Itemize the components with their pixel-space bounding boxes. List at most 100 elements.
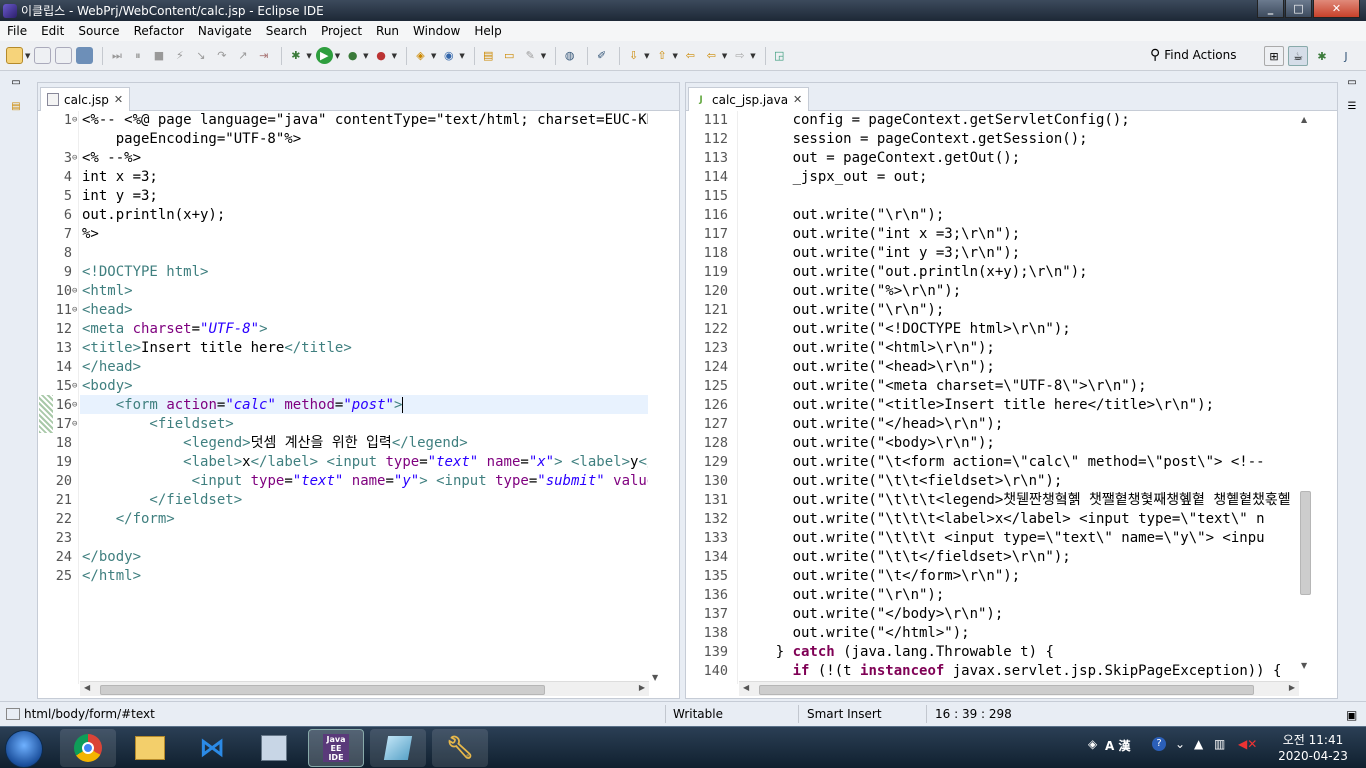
close-tab-icon[interactable]: ✕ [114,93,123,106]
suspend-icon[interactable]: ⏸ [129,47,146,64]
horizontal-scrollbar-right[interactable]: ◀ ▶ [739,681,1299,696]
save-icon[interactable] [34,47,52,64]
fold-toggle-icon[interactable]: ⊖ [72,415,81,434]
line-number: 24 [55,549,72,565]
fold-toggle-icon[interactable]: ⊖ [72,282,81,301]
close-tab-icon[interactable]: ✕ [793,93,802,106]
fold-toggle-icon[interactable]: ⊖ [72,149,81,168]
toggle-mark-icon[interactable]: ✐ [593,47,610,64]
start-button[interactable] [5,730,43,768]
disconnect-icon[interactable]: ⚡ [171,47,188,64]
tools-icon[interactable]: 🔧︎ [432,729,488,767]
run-server-icon[interactable]: ● [344,47,361,64]
javaee-perspective-icon[interactable]: ☕ [1288,46,1308,66]
menu-run[interactable]: Run [369,24,406,38]
chrome-icon[interactable] [60,729,116,767]
close-button[interactable]: ✕ [1313,0,1360,18]
menu-navigate[interactable]: Navigate [191,24,259,38]
vertical-scrollbar[interactable]: ▼ [649,111,664,684]
skip-breakpoints-icon[interactable]: ⏭ [108,47,125,64]
restore-icon[interactable]: ▭ [8,77,24,91]
back-icon[interactable]: ⇦ [703,47,720,64]
tab-calc-jsp[interactable]: calc.jsp ✕ [40,87,131,111]
line-number: 10 [55,283,72,299]
run-icon[interactable]: ▶ [315,47,333,64]
last-edit-icon[interactable]: ⇦ [682,47,699,64]
new-web-icon[interactable]: ◉ [440,47,457,64]
javaee-ide-icon[interactable]: Java EE IDE [308,729,364,767]
status-position: 16 : 39 : 298 [935,707,1012,721]
volume-muted-icon[interactable]: ◀✕ [1238,737,1257,751]
project-explorer-icon[interactable]: ▤ [8,101,24,115]
terminal-icon[interactable] [76,47,94,64]
ime-options-icon[interactable]: ⌄ [1175,737,1185,751]
line-number: 126 [703,397,728,413]
network-icon[interactable]: ▥ [1214,737,1225,751]
use-step-filters-icon[interactable]: ⇥ [255,47,272,64]
menu-window[interactable]: Window [406,24,467,38]
code-text: out.write("<body>\r\n"); [742,435,995,451]
open-type-icon[interactable]: ▤ [480,47,497,64]
notepad-icon[interactable] [370,729,426,767]
pin-editor-icon[interactable]: ◲ [771,47,788,64]
editor-calc-jsp-java[interactable]: J calc_jsp.java ✕ 111 config = pageConte… [685,82,1338,699]
horizontal-scrollbar[interactable]: ◀ ▶ [80,681,649,696]
code-text: <% --%> [82,150,142,166]
clock[interactable]: 오전 11:41 2020-04-23 [1263,732,1363,764]
save-all-icon[interactable] [55,47,73,64]
minimize-button[interactable]: _ [1257,0,1284,18]
explorer-icon[interactable] [122,729,178,767]
menu-edit[interactable]: Edit [34,24,71,38]
menu-project[interactable]: Project [314,24,369,38]
fold-toggle-icon[interactable]: ⊖ [72,377,81,396]
menu-help[interactable]: Help [467,24,508,38]
open-folder-icon[interactable]: ▭ [501,47,518,64]
language-icon[interactable]: ◈ [1088,737,1097,751]
external-tools-icon[interactable]: ● [373,47,390,64]
globe-icon[interactable]: ◍ [561,47,578,64]
ime-indicator[interactable]: A 漢 [1105,737,1130,754]
vscode-icon[interactable]: ⋈ [184,729,240,767]
code-text: out.write("\t\t</fieldset>\r\n"); [742,549,1071,565]
fold-toggle-icon[interactable]: ⊖ [72,111,81,130]
menu-file[interactable]: File [0,24,34,38]
menu-search[interactable]: Search [259,24,314,38]
show-hidden-icons[interactable]: ▲ [1194,737,1203,751]
debug-perspective-icon[interactable]: ✱ [1312,46,1332,66]
code-text: out.write("<!DOCTYPE html>\r\n"); [742,321,1071,337]
step-over-icon[interactable]: ↷ [213,47,230,64]
status-bar: html/body/form/#text Writable Smart Inse… [0,701,1366,726]
code-text: <meta charset="UTF-8"> [82,321,268,337]
debug-icon[interactable]: ✱ [287,47,304,64]
menu-refactor[interactable]: Refactor [127,24,191,38]
restore-right-icon[interactable]: ▭ [1344,77,1360,91]
new-icon[interactable] [6,47,23,64]
java-perspective-icon[interactable]: J [1336,46,1356,66]
open-perspective-icon[interactable]: ⊞ [1264,46,1284,66]
maximize-button[interactable]: □ [1285,0,1312,18]
forward-icon[interactable]: ⇨ [731,47,748,64]
step-into-icon[interactable]: ↘ [192,47,209,64]
find-actions[interactable]: ⚲ Find Actions [1150,47,1237,63]
search-icon[interactable]: ✎ [522,47,539,64]
terminate-icon[interactable]: ■ [150,47,167,64]
code-text: <%-- <%@ page language="java" contentTyp… [82,112,648,128]
editor-calc-jsp[interactable]: calc.jsp ✕ 1 ⊖ <%-- <%@ page language="jav… [37,82,680,699]
code-text: <label>x</label> <input type="text" name… [183,454,648,470]
fold-toggle-icon[interactable]: ⊖ [72,301,81,320]
help-icon[interactable]: ? [1152,737,1166,751]
code-text: out.write("\t\t\t<label>x</label> <input… [742,511,1265,527]
new-class-icon[interactable]: ◈ [412,47,429,64]
media-icon[interactable] [246,729,302,767]
progress-icon[interactable]: ▣ [1346,708,1358,722]
fold-toggle-icon[interactable]: ⊖ [72,396,81,415]
step-return-icon[interactable]: ↗ [234,47,251,64]
line-number: 112 [703,131,728,147]
vertical-scrollbar-right[interactable]: ▲ ▼ [1298,111,1313,684]
menu-source[interactable]: Source [71,24,126,38]
code-text: <!DOCTYPE html> [82,264,209,280]
next-annotation-icon[interactable]: ⇩ [625,47,642,64]
prev-annotation-icon[interactable]: ⇧ [654,47,671,64]
tab-calc-jsp-java[interactable]: J calc_jsp.java ✕ [688,87,810,111]
outline-icon[interactable]: ☰ [1344,101,1360,115]
